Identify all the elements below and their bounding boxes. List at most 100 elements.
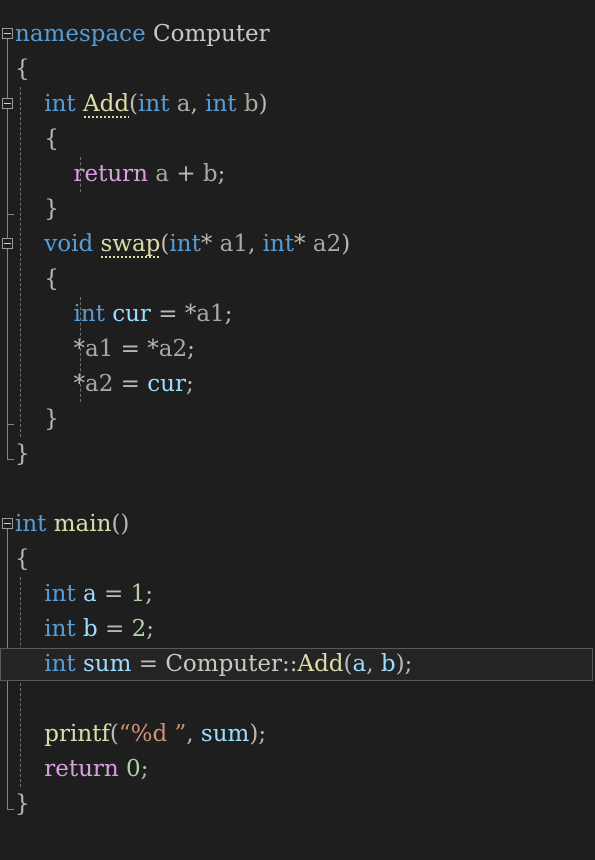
code-line-text: int main() xyxy=(0,507,129,542)
code-token: ; xyxy=(185,371,194,397)
code-line[interactable]: return 0; xyxy=(0,752,595,787)
code-token: b xyxy=(243,91,259,117)
code-token: sum xyxy=(82,651,132,677)
code-token: b xyxy=(380,651,396,677)
code-token: , xyxy=(366,651,381,677)
code-token: ; xyxy=(145,581,153,607)
code-token: () xyxy=(111,511,130,537)
code-token: int xyxy=(44,651,76,677)
code-line[interactable]: int cur = *a1; xyxy=(0,297,595,332)
code-token: { xyxy=(15,266,59,292)
code-token: 2 xyxy=(131,616,147,642)
code-token: int xyxy=(138,91,170,117)
code-token: int xyxy=(73,301,105,327)
code-line[interactable]: int Add(int a, int b) xyxy=(0,87,595,122)
code-token: ; xyxy=(217,161,226,187)
code-line-text: } xyxy=(0,437,30,472)
code-line[interactable]: int main() xyxy=(0,507,595,542)
code-line-text: { xyxy=(0,262,59,297)
code-token: ( xyxy=(343,651,353,677)
code-token: b xyxy=(82,616,98,642)
code-line[interactable]: } xyxy=(0,437,595,472)
code-token: { xyxy=(15,56,30,82)
code-line[interactable]: return a + b; xyxy=(0,157,595,192)
code-line[interactable]: void swap(int* a1, int* a2) xyxy=(0,227,595,262)
code-line[interactable]: *a2 = cur; xyxy=(0,367,595,402)
code-line[interactable] xyxy=(0,682,595,717)
code-line-text: } xyxy=(0,192,59,227)
code-token: return xyxy=(44,756,119,782)
code-token: 0 xyxy=(126,756,141,782)
code-token: = * xyxy=(150,301,197,327)
code-line[interactable]: } xyxy=(0,192,595,227)
code-token: ( xyxy=(109,721,119,747)
code-token: a xyxy=(82,581,97,607)
code-line-text: int sum = Computer::Add(a, b); xyxy=(0,647,412,682)
code-token: ); xyxy=(249,721,267,747)
code-line[interactable]: namespace Computer xyxy=(0,17,595,52)
code-line-text: { xyxy=(0,542,30,577)
code-token: Computer xyxy=(153,21,270,47)
code-token: :: xyxy=(281,651,298,677)
code-line[interactable]: int b = 2; xyxy=(0,612,595,647)
code-line[interactable]: } xyxy=(0,787,595,822)
code-line-text: } xyxy=(0,402,59,437)
code-line-text: int Add(int a, int b) xyxy=(0,87,268,122)
code-token: * xyxy=(294,231,313,257)
code-token: , xyxy=(190,91,206,117)
code-line-text: } xyxy=(0,787,30,822)
code-line[interactable]: printf(“%d ”, sum); xyxy=(0,717,595,752)
code-token: int xyxy=(44,616,76,642)
code-token: a2 xyxy=(312,231,342,257)
code-token: return xyxy=(73,161,148,187)
code-line[interactable]: { xyxy=(0,52,595,87)
code-token: , xyxy=(186,721,201,747)
code-token: int xyxy=(205,91,237,117)
code-line[interactable]: int a = 1; xyxy=(0,577,595,612)
declaration-squiggle-token: swap xyxy=(100,231,161,259)
code-token: = xyxy=(131,651,166,677)
code-token: int xyxy=(44,91,76,117)
code-token: a2 xyxy=(158,336,188,362)
code-line[interactable]: int sum = Computer::Add(a, b); xyxy=(0,647,595,682)
code-token: int xyxy=(169,231,201,257)
code-line-text: int a = 1; xyxy=(0,577,153,612)
code-line-text: return 0; xyxy=(0,752,148,787)
code-line[interactable]: } xyxy=(0,402,595,437)
code-line-text: *a2 = cur; xyxy=(0,367,194,402)
code-line-text: { xyxy=(0,52,30,87)
code-line[interactable]: *a1 = *a2; xyxy=(0,332,595,367)
code-line[interactable]: { xyxy=(0,122,595,157)
code-token: } xyxy=(15,196,59,222)
code-line-text: { xyxy=(0,122,59,157)
code-line-text: *a1 = *a2; xyxy=(0,332,194,367)
code-line[interactable]: { xyxy=(0,262,595,297)
code-token: cur xyxy=(112,301,151,327)
code-line[interactable] xyxy=(0,472,595,507)
code-token: b xyxy=(202,161,218,187)
code-token: printf xyxy=(44,721,110,747)
code-token: ; xyxy=(146,616,155,642)
code-token: = xyxy=(96,581,131,607)
code-line[interactable]: { xyxy=(0,542,595,577)
code-canvas[interactable]: namespace Computer{ int Add(int a, int b… xyxy=(0,0,595,860)
code-token: * xyxy=(200,231,220,257)
code-token: { xyxy=(15,546,30,572)
code-token: Add xyxy=(297,651,344,677)
code-token: namespace xyxy=(15,21,146,47)
code-editor-surface[interactable]: namespace Computer{ int Add(int a, int b… xyxy=(0,0,595,860)
